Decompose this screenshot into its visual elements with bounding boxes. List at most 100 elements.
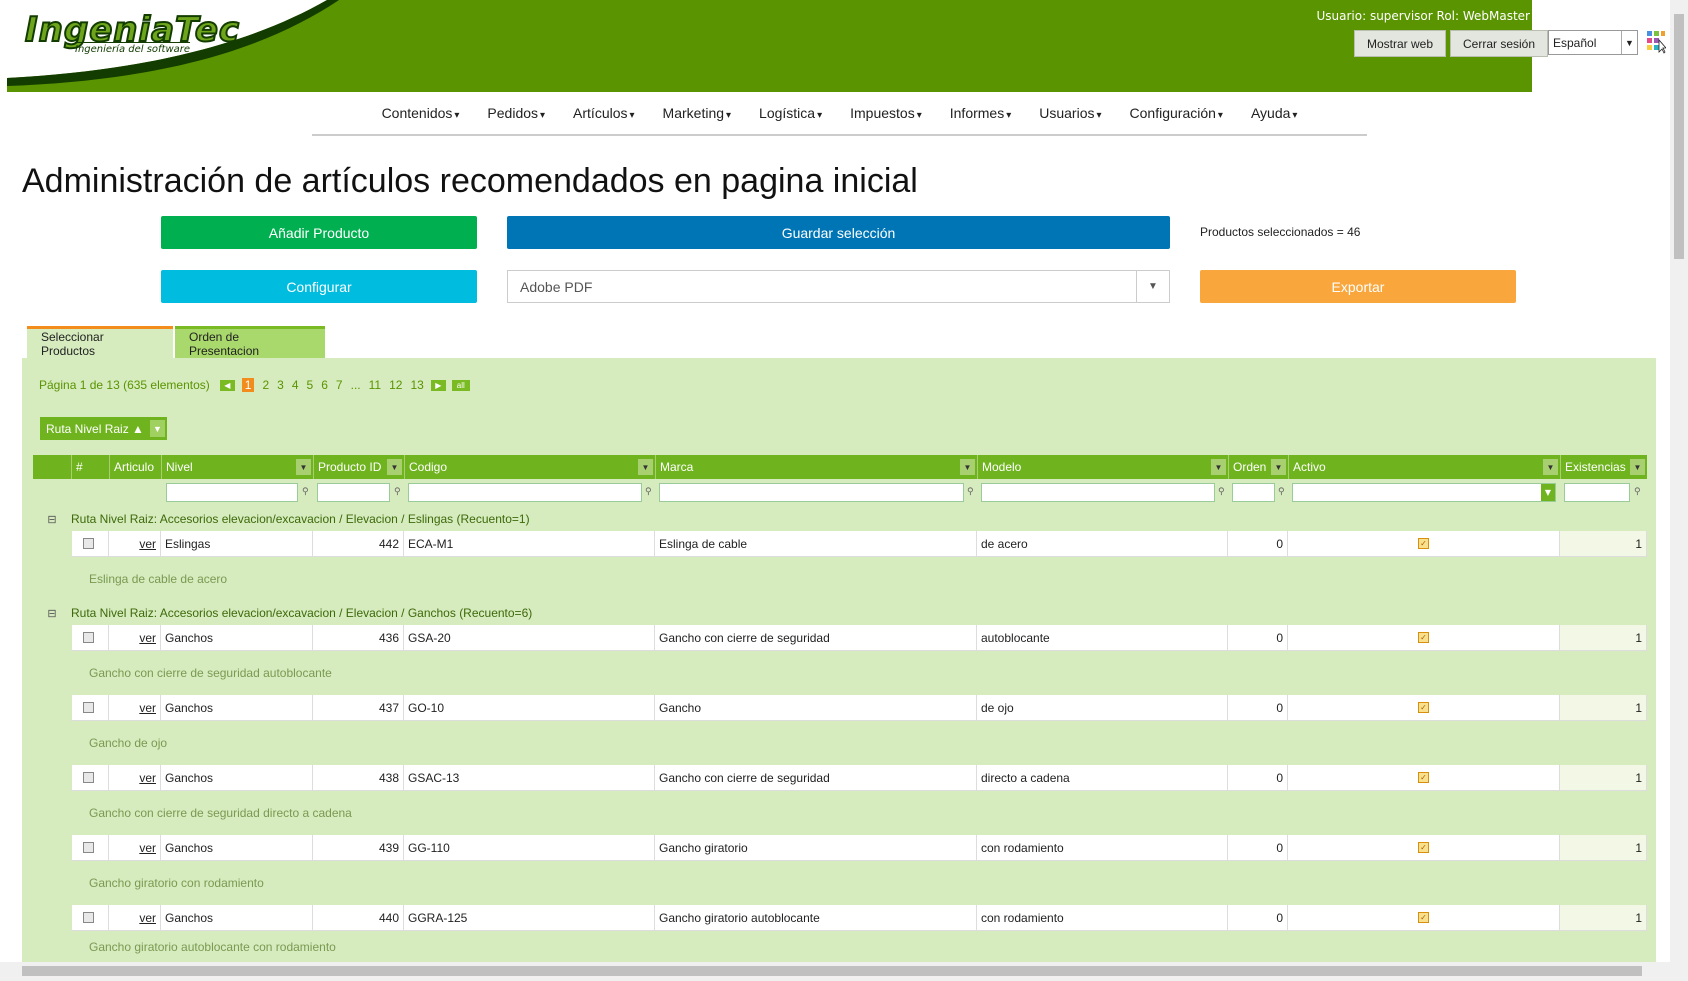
page-2[interactable]: 2 bbox=[262, 378, 269, 392]
table-row[interactable]: ver Ganchos 438 GSAC-13 Gancho con cierr… bbox=[33, 765, 1647, 791]
active-check-icon[interactable]: ✓ bbox=[1418, 912, 1429, 923]
nav-pedidos[interactable]: Pedidos bbox=[487, 105, 545, 121]
filter-icon[interactable]: ⚲ bbox=[302, 487, 309, 497]
view-link[interactable]: ver bbox=[109, 765, 161, 791]
scroll-thumb[interactable] bbox=[22, 966, 1642, 976]
row-checkbox[interactable] bbox=[83, 538, 94, 549]
scroll-thumb[interactable] bbox=[1674, 14, 1684, 259]
view-link[interactable]: ver bbox=[109, 905, 161, 931]
group-row[interactable]: ⊟ Ruta Nivel Raiz: Accesorios elevacion/… bbox=[33, 601, 1647, 625]
page-11[interactable]: 11 bbox=[369, 378, 381, 392]
chevron-down-icon[interactable]: ▼ bbox=[149, 420, 165, 437]
grid-apps-icon[interactable] bbox=[1646, 30, 1666, 54]
col-activo[interactable]: Activo ▼ bbox=[1288, 455, 1560, 479]
page-3[interactable]: 3 bbox=[277, 378, 284, 392]
cell-activo[interactable]: ✓ bbox=[1288, 835, 1560, 861]
chevron-down-icon[interactable]: ▼ bbox=[960, 459, 975, 475]
page-12[interactable]: 12 bbox=[389, 378, 402, 392]
chevron-down-icon[interactable]: ▼ bbox=[1211, 459, 1226, 475]
table-row[interactable]: ver Ganchos 439 GG-110 Gancho giratorio … bbox=[33, 835, 1647, 861]
col-modelo[interactable]: Modelo ▼ bbox=[977, 455, 1228, 479]
row-select-cell[interactable] bbox=[71, 625, 109, 651]
view-link[interactable]: ver bbox=[109, 835, 161, 861]
filter-existencias-input[interactable] bbox=[1564, 483, 1630, 502]
chevron-down-icon[interactable]: ▼ bbox=[387, 459, 402, 475]
col-marca[interactable]: Marca ▼ bbox=[655, 455, 977, 479]
active-check-icon[interactable]: ✓ bbox=[1418, 632, 1429, 643]
col-existencias[interactable]: Existencias ▼ bbox=[1560, 455, 1647, 479]
tab-presentation-order[interactable]: Orden de Presentacion bbox=[175, 326, 325, 358]
active-check-icon[interactable]: ✓ bbox=[1418, 702, 1429, 713]
page-7[interactable]: 7 bbox=[336, 378, 343, 392]
filter-activo-select[interactable]: ▼ bbox=[1292, 483, 1556, 502]
tab-select-products[interactable]: Seleccionar Productos bbox=[27, 326, 173, 358]
table-row[interactable]: ver Eslingas 442 ECA-M1 Eslinga de cable… bbox=[33, 531, 1647, 557]
col-index[interactable]: # bbox=[71, 455, 109, 479]
collapse-icon[interactable]: ⊟ bbox=[33, 607, 71, 620]
row-checkbox[interactable] bbox=[83, 912, 94, 923]
view-link[interactable]: ver bbox=[109, 695, 161, 721]
row-checkbox[interactable] bbox=[83, 842, 94, 853]
filter-icon[interactable]: ⚲ bbox=[1634, 487, 1641, 497]
page-6[interactable]: 6 bbox=[321, 378, 328, 392]
all-pages-button[interactable]: all bbox=[451, 379, 470, 391]
nav-ayuda[interactable]: Ayuda bbox=[1251, 105, 1297, 121]
save-selection-button[interactable]: Guardar selección bbox=[507, 216, 1170, 249]
cell-activo[interactable]: ✓ bbox=[1288, 531, 1560, 557]
prev-page-icon[interactable]: ◀ bbox=[219, 379, 235, 391]
horizontal-scrollbar[interactable] bbox=[0, 962, 1670, 981]
col-articulo[interactable]: Articulo bbox=[109, 455, 161, 479]
page-13[interactable]: 13 bbox=[410, 378, 423, 392]
filter-icon[interactable]: ⚲ bbox=[1278, 487, 1285, 497]
group-by-chip[interactable]: Ruta Nivel Raiz ▲ ▼ bbox=[40, 417, 167, 440]
row-checkbox[interactable] bbox=[83, 772, 94, 783]
next-page-icon[interactable]: ▶ bbox=[430, 379, 446, 391]
logout-button[interactable]: Cerrar sesión bbox=[1450, 30, 1549, 57]
filter-modelo-input[interactable] bbox=[981, 483, 1215, 502]
cell-activo[interactable]: ✓ bbox=[1288, 625, 1560, 651]
col-nivel[interactable]: Nivel ▼ bbox=[161, 455, 313, 479]
page-ellipsis[interactable]: ... bbox=[351, 378, 361, 392]
export-button[interactable]: Exportar bbox=[1200, 270, 1516, 303]
nav-marketing[interactable]: Marketing bbox=[663, 105, 732, 121]
filter-producto-id-input[interactable] bbox=[317, 483, 390, 502]
table-row[interactable]: ver Ganchos 440 GGRA-125 Gancho giratori… bbox=[33, 905, 1647, 931]
filter-nivel-input[interactable] bbox=[166, 483, 298, 502]
page-5[interactable]: 5 bbox=[307, 378, 314, 392]
row-checkbox[interactable] bbox=[83, 632, 94, 643]
nav-articulos[interactable]: Artículos bbox=[573, 105, 635, 121]
filter-icon[interactable]: ⚲ bbox=[1218, 487, 1225, 497]
filter-icon[interactable]: ⚲ bbox=[394, 487, 401, 497]
page-1[interactable]: 1 bbox=[241, 378, 255, 392]
group-row[interactable]: ⊟ Ruta Nivel Raiz: Accesorios elevacion/… bbox=[33, 507, 1647, 531]
row-select-cell[interactable] bbox=[71, 835, 109, 861]
table-row[interactable]: ver Ganchos 437 GO-10 Gancho de ojo 0 ✓ … bbox=[33, 695, 1647, 721]
active-check-icon[interactable]: ✓ bbox=[1418, 538, 1429, 549]
chevron-down-icon[interactable]: ▼ bbox=[638, 459, 653, 475]
chevron-down-icon[interactable]: ▼ bbox=[1541, 484, 1555, 501]
filter-orden-input[interactable] bbox=[1232, 483, 1275, 502]
add-product-button[interactable]: Añadir Producto bbox=[161, 216, 477, 249]
chevron-down-icon[interactable]: ▼ bbox=[1543, 459, 1558, 475]
nav-usuarios[interactable]: Usuarios bbox=[1039, 105, 1101, 121]
configure-button[interactable]: Configurar bbox=[161, 270, 477, 303]
language-select[interactable]: Español ▼ bbox=[1548, 30, 1638, 55]
row-select-cell[interactable] bbox=[71, 531, 109, 557]
cell-activo[interactable]: ✓ bbox=[1288, 765, 1560, 791]
table-row[interactable]: ver Ganchos 436 GSA-20 Gancho con cierre… bbox=[33, 625, 1647, 651]
active-check-icon[interactable]: ✓ bbox=[1418, 772, 1429, 783]
chevron-down-icon[interactable]: ▼ bbox=[296, 459, 311, 475]
nav-impuestos[interactable]: Impuestos bbox=[850, 105, 922, 121]
nav-configuracion[interactable]: Configuración bbox=[1130, 105, 1223, 121]
filter-codigo-input[interactable] bbox=[408, 483, 642, 502]
row-select-cell[interactable] bbox=[71, 695, 109, 721]
filter-icon[interactable]: ⚲ bbox=[645, 487, 652, 497]
col-orden[interactable]: Orden ▼ bbox=[1228, 455, 1288, 479]
nav-contenidos[interactable]: Contenidos bbox=[382, 105, 460, 121]
row-select-cell[interactable] bbox=[71, 765, 109, 791]
page-4[interactable]: 4 bbox=[292, 378, 299, 392]
show-web-button[interactable]: Mostrar web bbox=[1354, 30, 1447, 57]
chevron-down-icon[interactable]: ▼ bbox=[1271, 459, 1286, 475]
col-codigo[interactable]: Codigo ▼ bbox=[404, 455, 655, 479]
vertical-scrollbar[interactable] bbox=[1670, 0, 1688, 981]
